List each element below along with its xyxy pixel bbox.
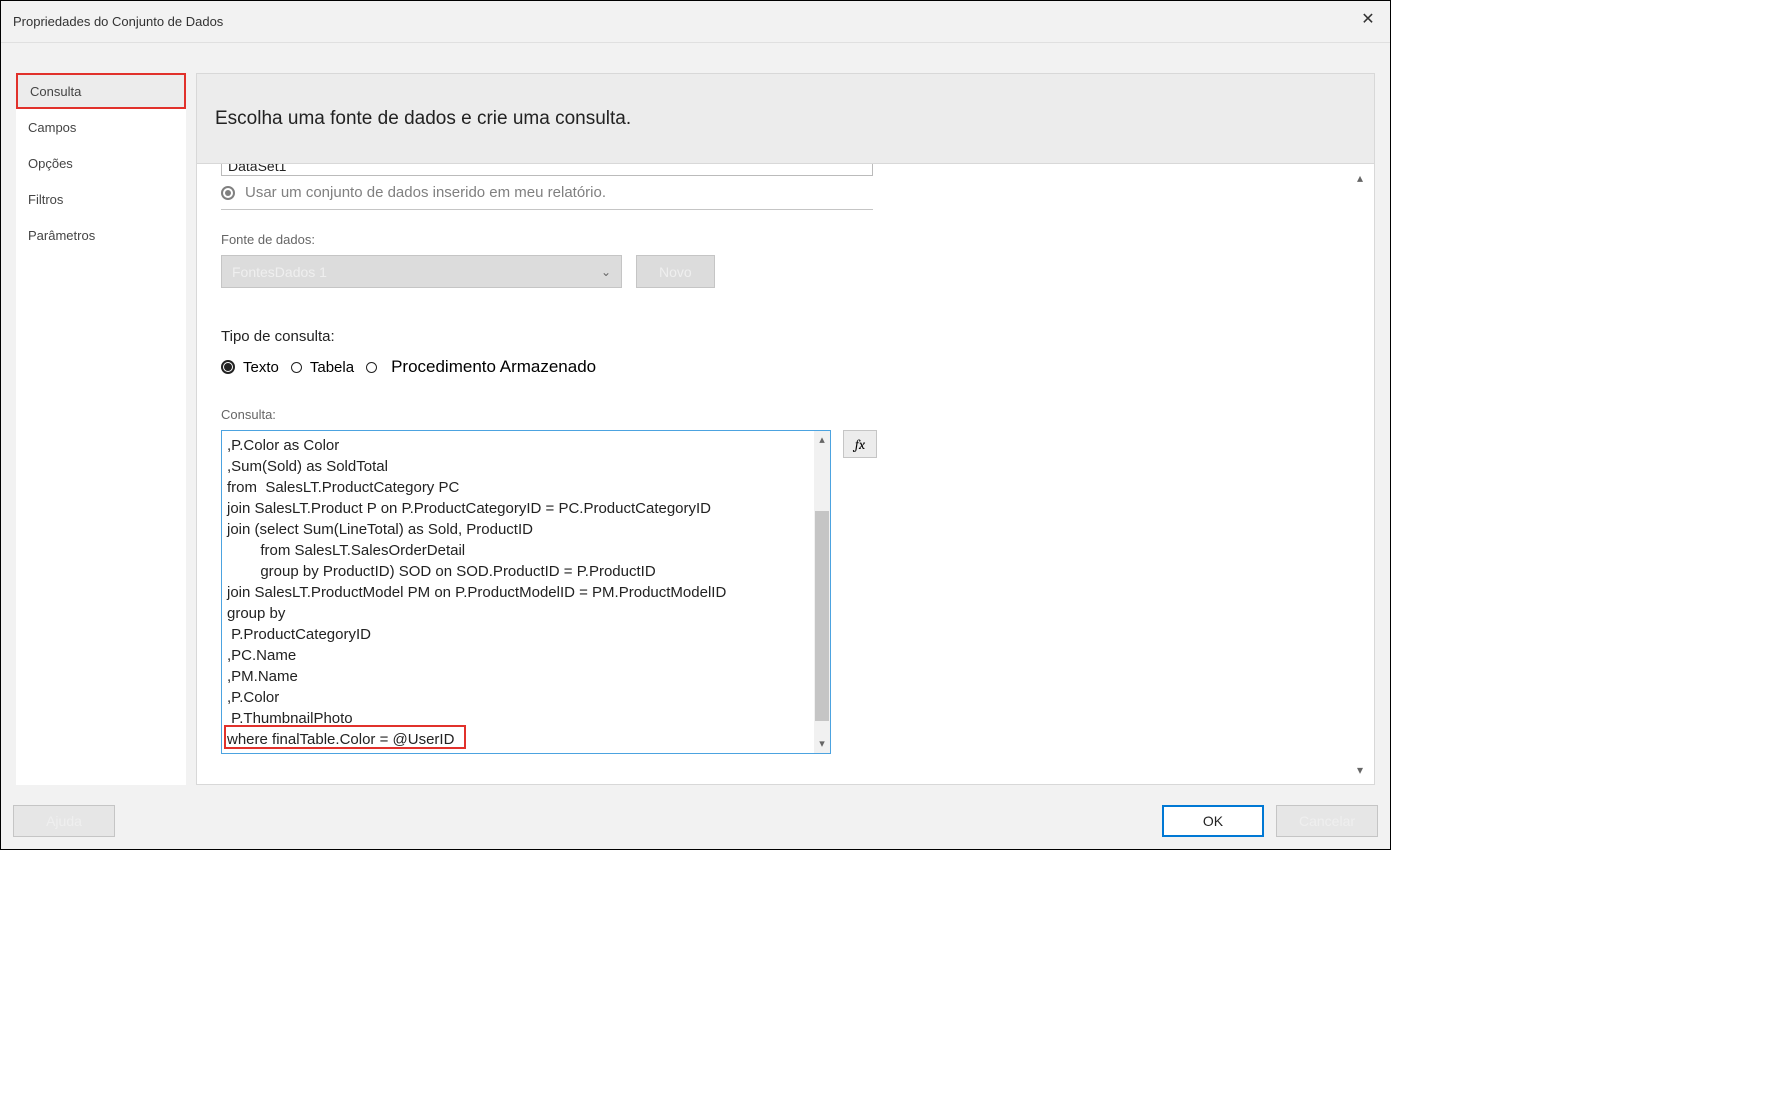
dataset-properties-dialog: Propriedades do Conjunto de Dados ✕ Cons… — [0, 0, 1391, 850]
main-header: Escolha uma fonte de dados e crie uma co… — [197, 74, 1374, 164]
fx-icon: fx — [855, 436, 865, 453]
divider — [221, 209, 873, 210]
embedded-dataset-radio-label: Usar um conjunto de dados inserido em me… — [245, 184, 606, 201]
embedded-dataset-radio-row: Usar um conjunto de dados inserido em me… — [221, 184, 1350, 201]
sidebar-item-label: Consulta — [30, 84, 81, 99]
sidebar-item-parametros[interactable]: Parâmetros — [16, 217, 186, 253]
query-type-text-label: Texto — [243, 359, 279, 376]
main-heading: Escolha uma fonte de dados e crie uma co… — [215, 108, 631, 130]
main-scroll-up-icon[interactable]: ▴ — [1352, 170, 1368, 186]
query-type-storedproc-radio[interactable] — [366, 362, 377, 373]
sidebar-item-campos[interactable]: Campos — [16, 109, 186, 145]
query-area-row: ▴ ▾ fx — [221, 430, 1350, 754]
query-type-table-radio[interactable] — [291, 362, 302, 373]
query-type-label: Tipo de consulta: — [221, 328, 1350, 345]
query-label: Consulta: — [221, 407, 1350, 422]
datasource-row: FontesDados 1 ⌄ Novo — [221, 255, 1350, 288]
query-scrollbar[interactable]: ▴ ▾ — [814, 431, 830, 753]
window-title: Propriedades do Conjunto de Dados — [13, 14, 223, 29]
query-type-storedproc-label: Procedimento Armazenado — [391, 357, 596, 377]
query-textarea-wrap: ▴ ▾ — [221, 430, 831, 754]
dataset-name-input[interactable]: DataSet1 — [221, 164, 873, 176]
scroll-thumb[interactable] — [815, 511, 829, 721]
main-scroll-down-icon[interactable]: ▾ — [1352, 762, 1368, 778]
new-datasource-button-label: Novo — [659, 264, 692, 280]
ok-button-label: OK — [1203, 813, 1223, 829]
help-button[interactable]: Ajuda — [13, 805, 115, 837]
sidebar-item-label: Filtros — [28, 192, 63, 207]
query-type-table-label: Tabela — [310, 359, 354, 376]
cancel-button[interactable]: Cancelar — [1276, 805, 1378, 837]
titlebar: Propriedades do Conjunto de Dados ✕ — [1, 1, 1390, 43]
main-content: ▴ ▾ DataSet1 Usar um conjunto de dados i… — [197, 164, 1374, 784]
main-panel: Escolha uma fonte de dados e crie uma co… — [196, 73, 1375, 785]
sidebar-item-filtros[interactable]: Filtros — [16, 181, 186, 217]
sidebar-item-label: Parâmetros — [28, 228, 95, 243]
chevron-down-icon: ⌄ — [601, 265, 611, 279]
sidebar-item-label: Campos — [28, 120, 76, 135]
cancel-button-label: Cancelar — [1299, 813, 1355, 829]
datasource-select[interactable]: FontesDados 1 ⌄ — [221, 255, 622, 288]
expression-fx-button[interactable]: fx — [843, 430, 877, 458]
dialog-footer: Ajuda OK Cancelar — [1, 793, 1390, 849]
close-button[interactable]: ✕ — [1358, 11, 1378, 31]
sidebar-item-label: Opções — [28, 156, 73, 171]
help-button-label: Ajuda — [46, 813, 82, 829]
sidebar: Consulta Campos Opções Filtros Parâmetro… — [16, 73, 186, 785]
query-type-text-radio[interactable] — [221, 360, 235, 374]
datasource-label: Fonte de dados: — [221, 232, 1350, 247]
sidebar-item-opcoes[interactable]: Opções — [16, 145, 186, 181]
query-textarea[interactable] — [222, 431, 814, 753]
ok-button[interactable]: OK — [1162, 805, 1264, 837]
scroll-up-icon[interactable]: ▴ — [814, 431, 830, 449]
new-datasource-button[interactable]: Novo — [636, 255, 715, 288]
sidebar-item-consulta[interactable]: Consulta — [16, 73, 186, 109]
scroll-down-icon[interactable]: ▾ — [814, 735, 830, 753]
datasource-selected-value: FontesDados 1 — [232, 264, 327, 280]
embedded-dataset-radio[interactable] — [221, 186, 235, 200]
dialog-body: Consulta Campos Opções Filtros Parâmetro… — [1, 43, 1390, 793]
query-type-row: Texto Tabela Procedimento Armazenado — [221, 357, 1350, 377]
dataset-name-value: DataSet1 — [228, 164, 286, 174]
